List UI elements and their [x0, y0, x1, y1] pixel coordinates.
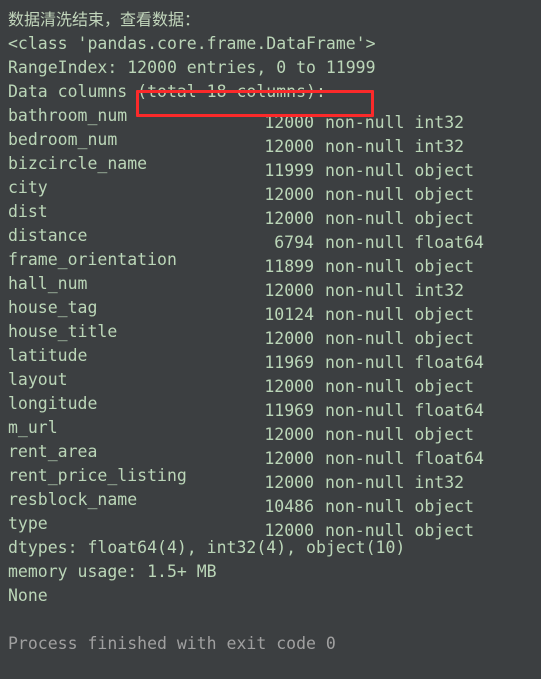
column-name: rent_area	[8, 442, 98, 461]
column-name: frame_orientation	[8, 250, 177, 269]
column-name: house_title	[8, 322, 118, 341]
column-info-row: type 12000 non-null object	[8, 512, 541, 540]
column-info-row: bizcircle_name 11999 non-null object	[8, 152, 541, 180]
column-info-row: m_url 12000 non-null object	[8, 416, 541, 444]
column-info-row: hall_num 12000 non-null int32	[8, 272, 541, 300]
column-name: rent_price_listing	[8, 466, 187, 485]
memory-usage-line: memory usage: 1.5+ MB	[8, 562, 217, 581]
dataframe-class-line: <class 'pandas.core.frame.DataFrame'>	[8, 34, 376, 53]
column-info-row: resblock_name 10486 non-null object	[8, 488, 541, 516]
column-name: bedroom_num	[8, 130, 118, 149]
status-message-line: 数据清洗结束，查看数据：	[8, 10, 201, 29]
data-columns-header-line: Data columns (total 18 columns):	[8, 82, 326, 101]
column-info-row: bedroom_num 12000 non-null int32	[8, 128, 541, 156]
column-name: longitude	[8, 394, 98, 413]
column-name: city	[8, 178, 48, 197]
range-index-line: RangeIndex: 12000 entries, 0 to 11999	[8, 58, 376, 77]
process-finished-line: Process finished with exit code 0	[8, 634, 336, 653]
column-info-row: frame_orientation 11899 non-null object	[8, 248, 541, 276]
column-info-row: house_tag 10124 non-null object	[8, 296, 541, 324]
none-return-line: None	[8, 586, 48, 605]
column-info-row: layout 12000 non-null object	[8, 368, 541, 396]
column-name: house_tag	[8, 298, 98, 317]
console-output-panel[interactable]: 数据清洗结束，查看数据： <class 'pandas.core.frame.D…	[0, 0, 541, 679]
column-info-row: latitude 11969 non-null float64	[8, 344, 541, 372]
column-name: dist	[8, 202, 48, 221]
column-info-row: longitude 11969 non-null float64	[8, 392, 541, 420]
column-name: type	[8, 514, 48, 533]
column-name: hall_num	[8, 274, 88, 293]
column-info-list: bathroom_num 12000 non-null int32 bedroom_n…	[8, 104, 541, 540]
column-info-row: city 12000 non-null object	[8, 176, 541, 204]
column-info-row: house_title 12000 non-null object	[8, 320, 541, 348]
column-info-row: dist 12000 non-null object	[8, 200, 541, 228]
column-name: m_url	[8, 418, 58, 437]
column-name: latitude	[8, 346, 88, 365]
column-name: bizcircle_name	[8, 154, 148, 173]
column-name: layout	[8, 370, 68, 389]
column-name: bathroom_num	[8, 106, 128, 125]
column-name: resblock_name	[8, 490, 138, 509]
column-info-row: distance 6794 non-null float64	[8, 224, 541, 252]
blank-separator-line	[8, 608, 541, 632]
column-info-row: rent_area 12000 non-null float64	[8, 440, 541, 468]
column-info-row: bathroom_num 12000 non-null int32	[8, 104, 541, 132]
column-info-row: rent_price_listing 12000 non-null int32	[8, 464, 541, 492]
column-name: distance	[8, 226, 88, 245]
